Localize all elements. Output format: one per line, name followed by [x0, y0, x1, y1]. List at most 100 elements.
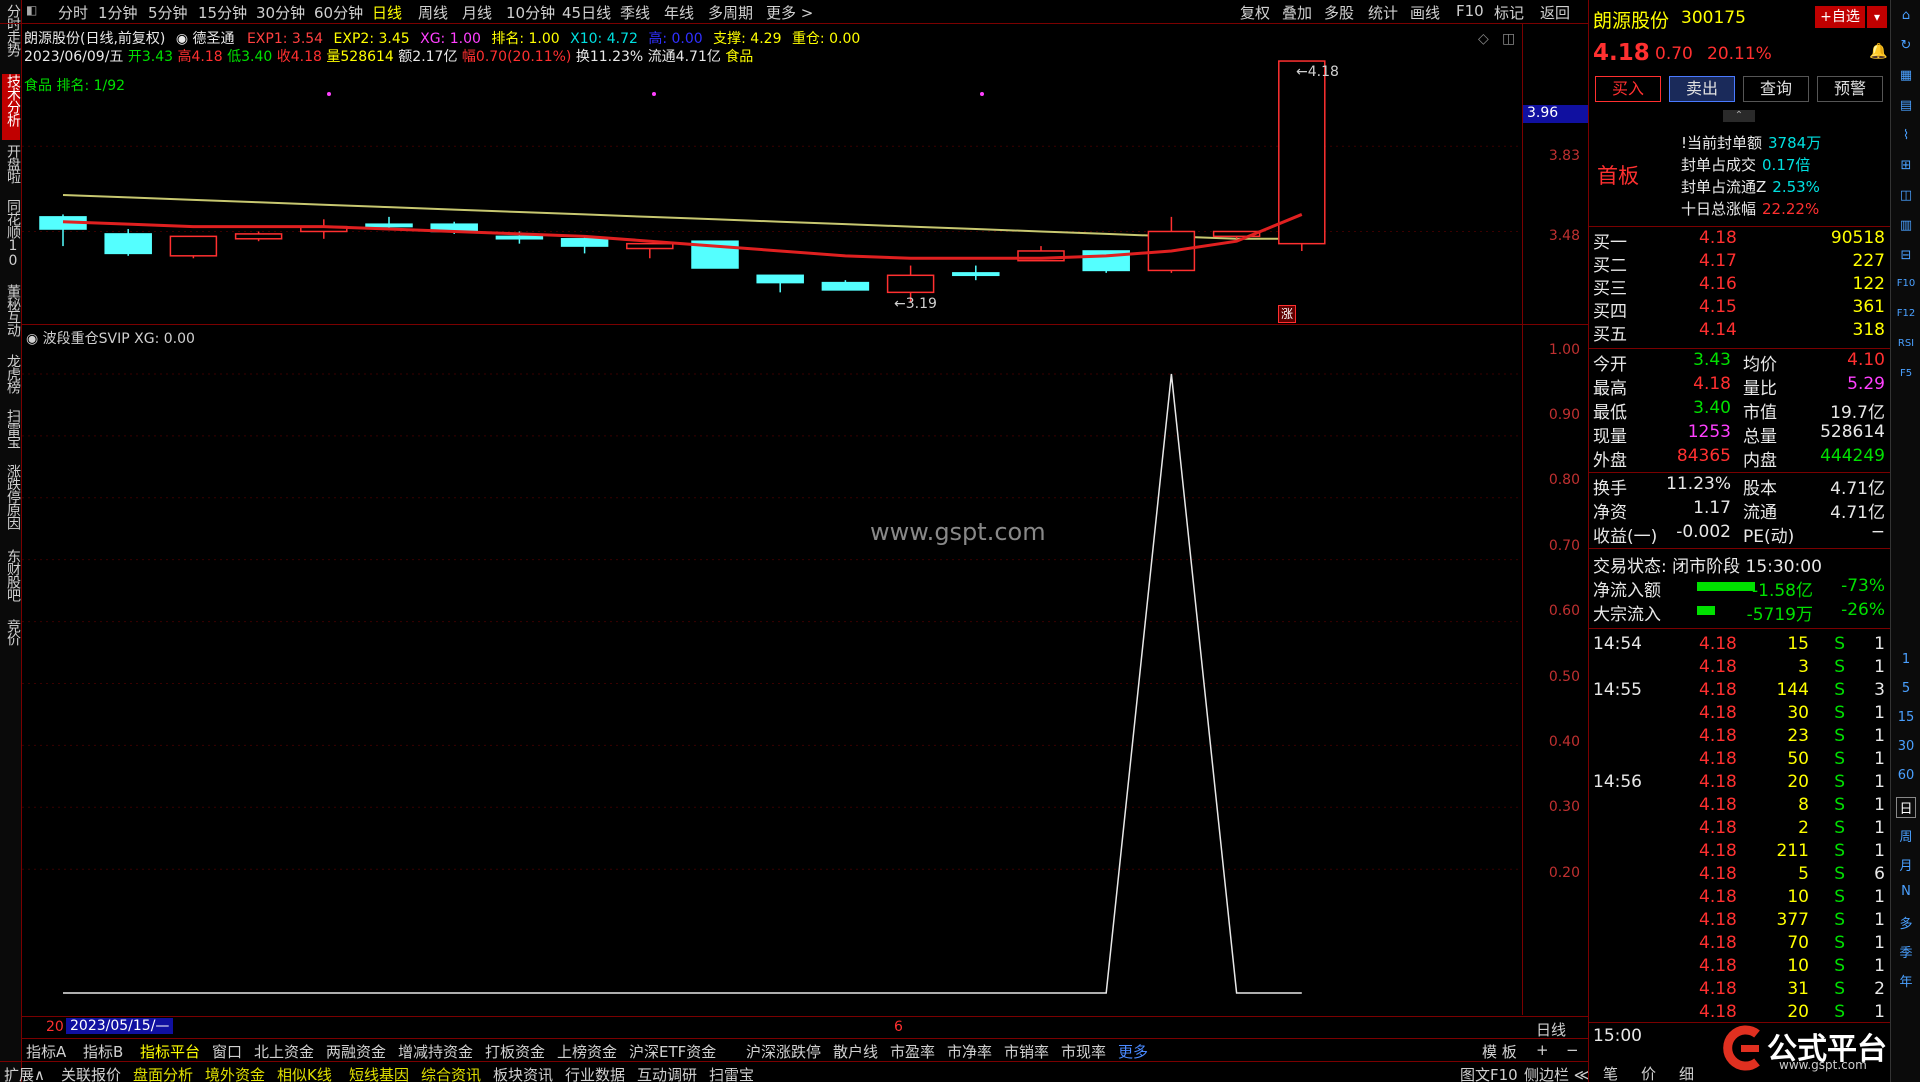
- diamond-icon[interactable]: ◇: [1478, 31, 1489, 47]
- period-tab[interactable]: 15分钟: [198, 2, 247, 23]
- period-shortcut[interactable]: 1: [1896, 652, 1916, 667]
- period-shortcut[interactable]: 15: [1896, 710, 1916, 725]
- indicator-tab[interactable]: 沪深ETF资金: [629, 1041, 716, 1062]
- tick-view-tab[interactable]: 价: [1641, 1063, 1656, 1082]
- sell-button[interactable]: 卖出: [1669, 76, 1735, 102]
- toolbar-button[interactable]: 返回: [1540, 2, 1570, 23]
- toolbar-icon[interactable]: ⊞: [1896, 158, 1916, 173]
- indicator-tab[interactable]: 市净率: [947, 1041, 992, 1062]
- left-tab[interactable]: 同花顺10: [2, 199, 21, 280]
- period-shortcut[interactable]: 5: [1896, 681, 1916, 696]
- extension-tab[interactable]: 综合资讯: [421, 1064, 481, 1082]
- extension-tab[interactable]: 互动调研: [637, 1064, 697, 1082]
- toolbar-button[interactable]: 叠加: [1282, 2, 1312, 23]
- toolbar-button[interactable]: 标记: [1494, 2, 1524, 23]
- chevron-down-icon[interactable]: ▾: [1867, 6, 1887, 28]
- indicator-tab[interactable]: 上榜资金: [557, 1041, 617, 1062]
- toolbar-icon[interactable]: ▦: [1896, 68, 1916, 83]
- bell-icon[interactable]: 🔔: [1869, 42, 1888, 60]
- period-tab[interactable]: 1分钟: [98, 2, 138, 23]
- candle-body[interactable]: [560, 238, 609, 247]
- extension-tab[interactable]: 行业数据: [565, 1064, 625, 1082]
- candle-body[interactable]: [886, 274, 935, 294]
- candle-body[interactable]: [1278, 60, 1326, 245]
- period-tab[interactable]: 45日线: [562, 2, 611, 23]
- extension-tab[interactable]: 盘面分析: [133, 1064, 193, 1082]
- template-control[interactable]: 模 板: [1482, 1041, 1517, 1062]
- left-tab[interactable]: 涨跌停原因: [2, 464, 21, 545]
- period-tab[interactable]: 60分钟: [314, 2, 363, 23]
- indicator-tab[interactable]: 两融资金: [326, 1041, 386, 1062]
- candle-body[interactable]: [169, 235, 218, 257]
- toolbar-shortcut-icon[interactable]: F5: [1896, 368, 1916, 379]
- indicator-tab[interactable]: 指标B: [83, 1041, 123, 1062]
- candle-body[interactable]: [821, 281, 870, 291]
- add-watchlist-button[interactable]: +自选: [1815, 6, 1865, 28]
- toolbar-button[interactable]: 统计: [1368, 2, 1398, 23]
- period-shortcut[interactable]: 60: [1896, 768, 1916, 783]
- extension-tab[interactable]: 相似K线: [277, 1064, 332, 1082]
- toolbar-icon[interactable]: ◫: [1896, 188, 1916, 203]
- indicator-tab[interactable]: 北上资金: [254, 1041, 314, 1062]
- period-tab[interactable]: 10分钟: [506, 2, 555, 23]
- left-tab[interactable]: 技术分析: [2, 74, 21, 140]
- period-shortcut[interactable]: 30: [1896, 739, 1916, 754]
- indicator-tab[interactable]: 更多: [1118, 1041, 1148, 1062]
- candle-body[interactable]: [365, 223, 413, 228]
- template-control[interactable]: +: [1536, 1041, 1549, 1059]
- period-shortcut[interactable]: 年: [1896, 971, 1916, 990]
- period-tab[interactable]: 30分钟: [256, 2, 305, 23]
- extension-tab[interactable]: 境外资金: [205, 1064, 265, 1082]
- period-tab[interactable]: 多周期: [708, 2, 753, 23]
- indicator-tab[interactable]: 散户线: [833, 1041, 878, 1062]
- left-tab[interactable]: 龙虎榜: [2, 354, 21, 405]
- indicator-tab[interactable]: 指标A: [26, 1041, 66, 1062]
- toolbar-button[interactable]: F10: [1456, 2, 1484, 20]
- toolbar-icon[interactable]: ▤: [1896, 98, 1916, 113]
- toolbar-icon[interactable]: ⌇: [1896, 128, 1916, 143]
- indicator-tab[interactable]: 市现率: [1061, 1041, 1106, 1062]
- toolbar-icon[interactable]: ↻: [1896, 38, 1916, 53]
- left-tab[interactable]: 竞价: [2, 619, 21, 655]
- period-tab[interactable]: 日线: [372, 2, 402, 23]
- left-tab[interactable]: 东财股吧: [2, 549, 21, 615]
- toolbar-shortcut-icon[interactable]: RSI: [1896, 338, 1916, 349]
- period-tab[interactable]: 周线: [418, 2, 448, 23]
- left-tab[interactable]: 扫雷宝: [2, 409, 21, 460]
- toolbar-button[interactable]: 画线: [1410, 2, 1440, 23]
- period-shortcut[interactable]: 周: [1896, 826, 1916, 845]
- alert-button[interactable]: 预警: [1817, 76, 1883, 102]
- extension-tab[interactable]: 扩展∧: [4, 1064, 45, 1082]
- toolbar-button[interactable]: 多股: [1324, 2, 1354, 23]
- query-button[interactable]: 查询: [1743, 76, 1809, 102]
- template-control[interactable]: −: [1566, 1041, 1579, 1059]
- window-icon[interactable]: ◫: [1502, 31, 1515, 47]
- period-tab[interactable]: 月线: [462, 2, 492, 23]
- tick-view-tab[interactable]: 细: [1679, 1063, 1694, 1082]
- indicator-tab[interactable]: 市销率: [1004, 1041, 1049, 1062]
- candle-body[interactable]: [104, 233, 152, 255]
- candle-body[interactable]: [626, 242, 674, 250]
- indicator-tab[interactable]: 窗口: [212, 1041, 242, 1062]
- collapse-chevron-icon[interactable]: ⌃: [1723, 110, 1755, 122]
- toggle-panel-icon[interactable]: ◧: [26, 3, 37, 17]
- candle-body[interactable]: [952, 272, 1000, 277]
- toolbar-icon[interactable]: ⌂: [1896, 8, 1916, 23]
- indicator-tab[interactable]: 指标平台: [140, 1041, 200, 1062]
- indicator-tab[interactable]: 打板资金: [485, 1041, 545, 1062]
- candle-body[interactable]: [234, 233, 283, 240]
- toolbar-shortcut-icon[interactable]: F10: [1896, 278, 1916, 289]
- extension-tab[interactable]: 关联报价: [61, 1064, 121, 1082]
- extension-tab[interactable]: 板块资讯: [493, 1064, 553, 1082]
- extension-right-tab[interactable]: 侧边栏 ≪: [1524, 1064, 1589, 1082]
- indicator-tab[interactable]: 增减持资金: [398, 1041, 473, 1062]
- toolbar-button[interactable]: 复权: [1240, 2, 1270, 23]
- candle-body[interactable]: [495, 235, 544, 240]
- indicator-tab[interactable]: 沪深涨跌停: [746, 1041, 821, 1062]
- period-tab[interactable]: 5分钟: [148, 2, 188, 23]
- toolbar-icon[interactable]: ⊟: [1896, 248, 1916, 263]
- candle-body[interactable]: [756, 274, 804, 284]
- extension-tab[interactable]: 扫雷宝: [709, 1064, 754, 1082]
- period-shortcut[interactable]: 月: [1896, 855, 1916, 874]
- left-tab[interactable]: 董秘互动: [2, 284, 21, 350]
